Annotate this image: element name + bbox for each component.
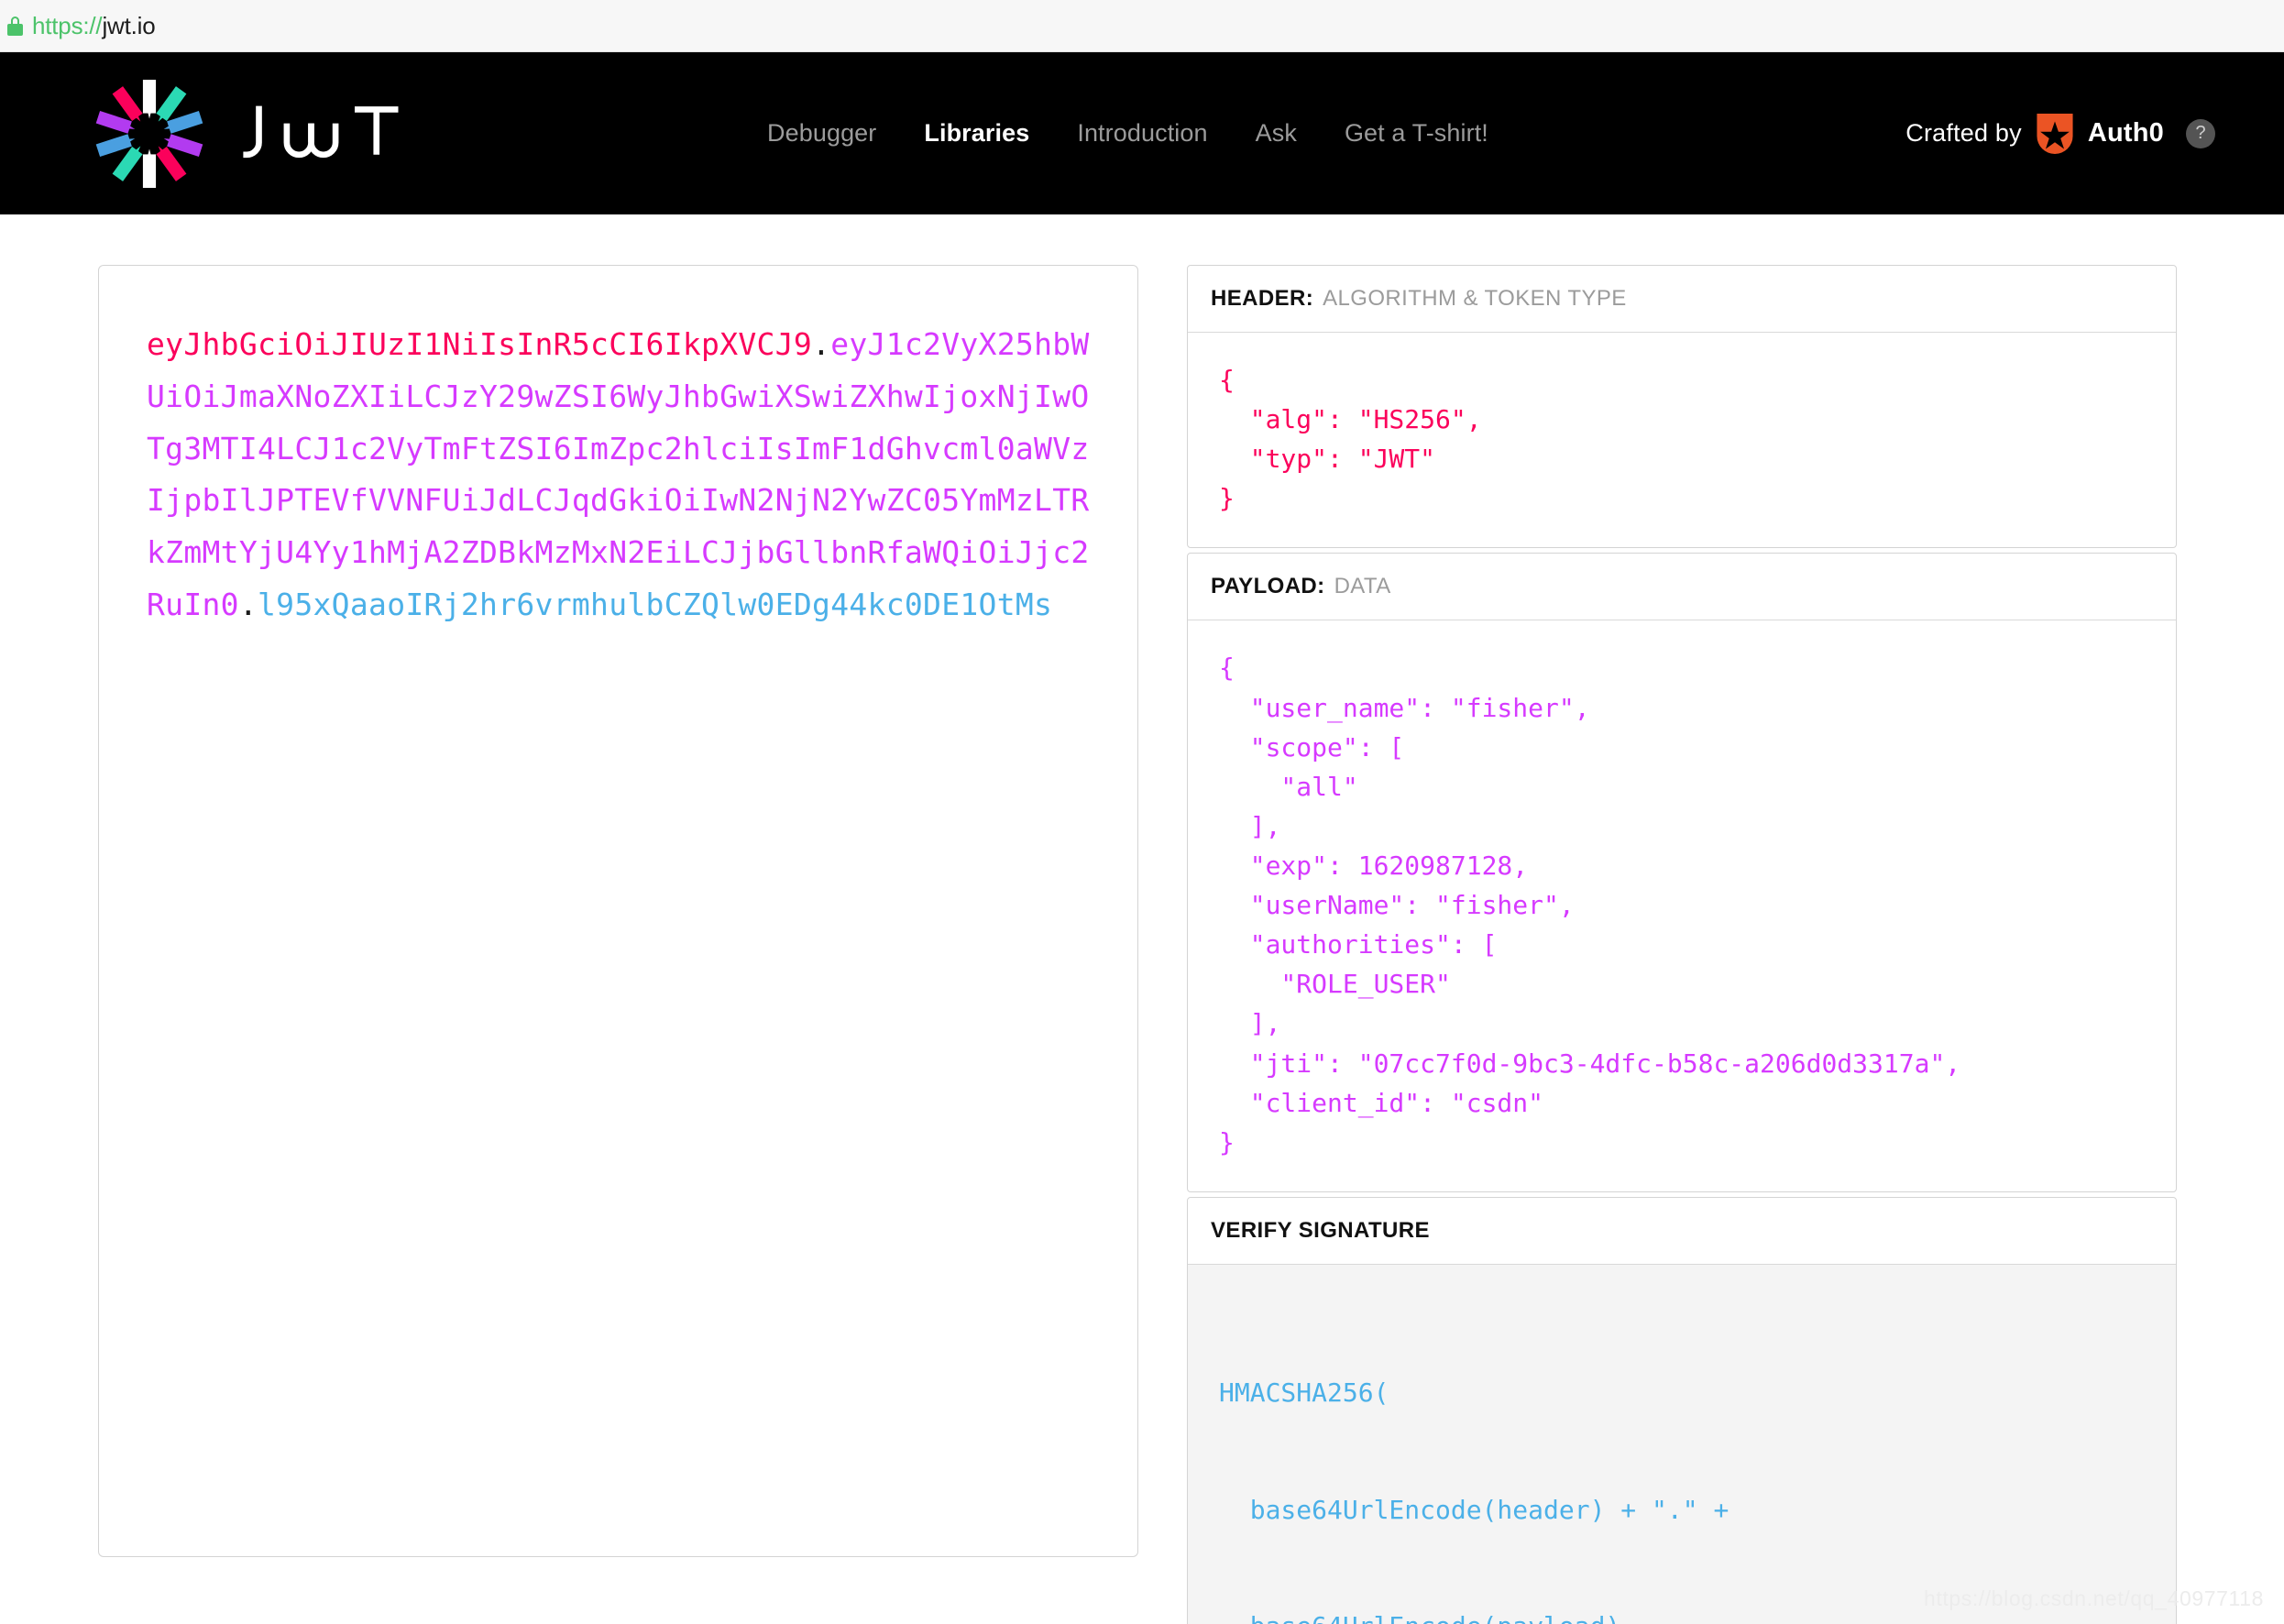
encoded-token-text[interactable]: eyJhbGciOiJIUzI1NiIsInR5cCI6IkpXVCJ9.eyJ… bbox=[147, 319, 1092, 631]
decoded-payload-title: PAYLOAD: DATA bbox=[1188, 554, 2176, 620]
lock-icon bbox=[7, 16, 23, 36]
decoded-header-title-muted: ALGORITHM & TOKEN TYPE bbox=[1323, 286, 1627, 311]
crafted-by-label: Crafted by bbox=[1905, 119, 2022, 148]
top-navigation-bar: Debugger Libraries Introduction Ask Get … bbox=[0, 52, 2284, 214]
help-icon[interactable]: ? bbox=[2186, 119, 2215, 148]
main-content: eyJhbGciOiJIUzI1NiIsInR5cCI6IkpXVCJ9.eyJ… bbox=[0, 214, 2284, 1624]
browser-url-bar[interactable]: https://jwt.io bbox=[0, 0, 2284, 52]
verify-signature-title: VERIFY SIGNATURE bbox=[1188, 1198, 2176, 1265]
crafted-by-auth0: Crafted by Auth0 ? bbox=[1905, 114, 2215, 154]
jwt-logo-link[interactable] bbox=[95, 80, 407, 188]
nav-links: Debugger Libraries Introduction Ask Get … bbox=[767, 119, 1488, 148]
url-scheme: https:// bbox=[32, 12, 102, 39]
token-separator-dot-1: . bbox=[812, 326, 830, 362]
decoded-payload-card: PAYLOAD: DATA { "user_name": "fisher", "s… bbox=[1187, 553, 2177, 1191]
decoded-header-card: HEADER: ALGORITHM & TOKEN TYPE { "alg": "… bbox=[1187, 265, 2177, 548]
signature-formula-line-2: base64UrlEncode(header) + "." + bbox=[1219, 1491, 2145, 1531]
nav-link-get-a-tshirt[interactable]: Get a T-shirt! bbox=[1345, 119, 1488, 148]
encoded-token-panel[interactable]: eyJhbGciOiJIUzI1NiIsInR5cCI6IkpXVCJ9.eyJ… bbox=[98, 265, 1138, 1557]
page-root: https://jwt.io bbox=[0, 0, 2284, 1624]
auth0-shield-icon bbox=[2035, 114, 2075, 154]
nav-link-libraries[interactable]: Libraries bbox=[924, 119, 1029, 148]
token-signature-segment: l95xQaaoIRj2hr6vrmhulbCZQlw0EDg44kc0DE1O… bbox=[258, 587, 1052, 622]
decoded-header-title-strong: HEADER: bbox=[1211, 286, 1313, 311]
auth0-label: Auth0 bbox=[2088, 118, 2164, 148]
decoded-column: HEADER: ALGORITHM & TOKEN TYPE { "alg": "… bbox=[1187, 265, 2177, 1624]
token-header-segment: eyJhbGciOiJIUzI1NiIsInR5cCI6IkpXVCJ9 bbox=[147, 326, 812, 362]
decoded-header-title: HEADER: ALGORITHM & TOKEN TYPE bbox=[1188, 266, 2176, 333]
decoded-header-json[interactable]: { "alg": "HS256", "typ": "JWT" } bbox=[1188, 333, 2176, 547]
token-payload-segment: eyJ1c2VyX25hbWUiOiJmaXNoZXIiLCJzY29wZSI6… bbox=[147, 326, 1090, 622]
decoded-payload-title-muted: DATA bbox=[1334, 574, 1391, 598]
watermark-text: https://blog.csdn.net/qq_40977118 bbox=[1924, 1586, 2264, 1611]
signature-formula-line-1: HMACSHA256( bbox=[1219, 1374, 2145, 1413]
url-text: https://jwt.io bbox=[32, 12, 156, 40]
verify-signature-card: VERIFY SIGNATURE HMACSHA256( base64UrlEn… bbox=[1187, 1197, 2177, 1624]
nav-link-introduction[interactable]: Introduction bbox=[1077, 119, 1207, 148]
nav-link-ask[interactable]: Ask bbox=[1256, 119, 1297, 148]
verify-signature-title-strong: VERIFY SIGNATURE bbox=[1211, 1218, 1430, 1243]
decoded-payload-title-strong: PAYLOAD: bbox=[1211, 574, 1325, 598]
nav-link-debugger[interactable]: Debugger bbox=[767, 119, 876, 148]
jwt-logo-icon bbox=[95, 80, 203, 188]
token-separator-dot-2: . bbox=[239, 587, 258, 622]
verify-signature-body: HMACSHA256( base64UrlEncode(header) + ".… bbox=[1188, 1265, 2176, 1624]
url-host: jwt.io bbox=[102, 12, 155, 39]
decoded-payload-json[interactable]: { "user_name": "fisher", "scope": [ "all… bbox=[1188, 620, 2176, 1191]
jwt-wordmark-icon bbox=[233, 99, 407, 169]
